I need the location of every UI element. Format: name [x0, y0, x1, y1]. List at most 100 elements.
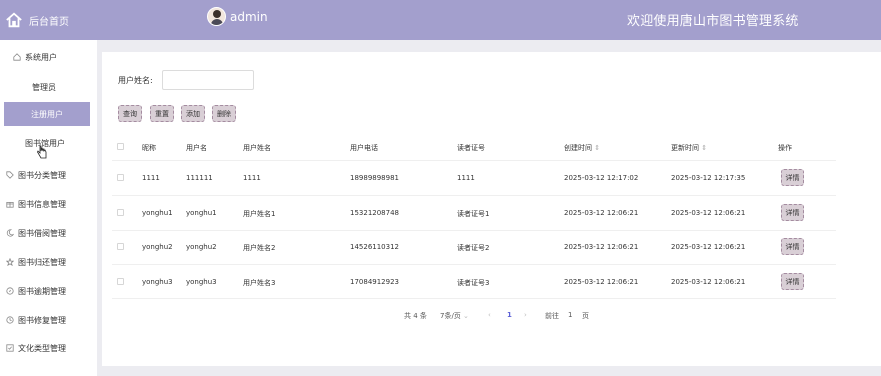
detail-button[interactable]: 详情	[781, 273, 804, 290]
reset-button[interactable]: 重置	[150, 105, 174, 122]
row-divider	[112, 264, 836, 265]
delete-button[interactable]: 删除	[212, 105, 236, 122]
cell-card: 1111	[457, 174, 475, 182]
row-checkbox[interactable]	[117, 278, 124, 285]
sidebar-item-book-return[interactable]: 图书归还管理	[0, 252, 91, 272]
col-header-phone: 用户电话	[350, 144, 378, 152]
cell-updated: 2025-03-12 12:06:21	[671, 278, 746, 286]
sort-icon: ⇕	[594, 144, 601, 152]
sidebar-item-label: 图书归还管理	[18, 257, 66, 267]
col-header-actions: 操作	[778, 144, 792, 152]
sidebar-item-label: 图书借阅管理	[18, 228, 66, 238]
sidebar-item-label: 文化类型管理	[18, 343, 66, 353]
cell-created: 2025-03-12 12:06:21	[564, 278, 639, 286]
checkbox-icon	[5, 343, 15, 353]
cell-nickname: yonghu2	[142, 243, 173, 251]
cell-updated: 2025-03-12 12:06:21	[671, 243, 746, 251]
cell-name: 用户姓名2	[243, 244, 276, 252]
sidebar-item-book-repair[interactable]: 图书修复管理	[0, 310, 91, 330]
sidebar-item-admin[interactable]: 管理员	[0, 77, 98, 97]
prev-page-button[interactable]: ‹	[488, 311, 491, 319]
user-menu[interactable]: admin	[207, 7, 268, 26]
sidebar-item-label: 管理员	[32, 82, 56, 92]
col-header-updated[interactable]: 更新时间 ⇕	[671, 143, 707, 153]
hand-cursor-icon	[37, 145, 47, 159]
sidebar-item-library-users[interactable]: 图书馆用户	[0, 133, 98, 153]
goto-page-input[interactable]: 1	[568, 311, 572, 319]
row-divider	[112, 298, 836, 299]
site-title: 欢迎使用唐山市图书管理系统	[627, 14, 799, 29]
home-outline-icon	[12, 52, 22, 62]
pagination-total: 共 4 条	[404, 312, 427, 320]
goto-label: 前往	[545, 312, 559, 320]
cell-name: 用户姓名3	[243, 279, 276, 287]
row-checkbox[interactable]	[117, 209, 124, 216]
cell-phone: 15321208748	[350, 209, 399, 217]
next-page-button[interactable]: ›	[524, 311, 527, 319]
gift-icon	[5, 199, 15, 209]
cell-nickname: 1111	[142, 174, 160, 182]
sidebar-item-book-overdue[interactable]: 图书逾期管理	[0, 281, 91, 301]
row-checkbox[interactable]	[117, 243, 124, 250]
page-size-value: 7条/页	[440, 312, 461, 320]
row-divider	[112, 230, 836, 231]
add-button[interactable]: 添加	[181, 105, 205, 122]
page-unit-label: 页	[582, 312, 589, 320]
cell-created: 2025-03-12 12:06:21	[564, 243, 639, 251]
cell-nickname: yonghu1	[142, 209, 173, 217]
sidebar-item-label: 系统用户	[25, 52, 57, 62]
home-icon	[6, 12, 22, 28]
detail-button[interactable]: 详情	[781, 169, 804, 186]
username: admin	[230, 9, 268, 24]
compass-icon	[5, 286, 15, 296]
main-panel	[102, 52, 881, 366]
cell-created: 2025-03-12 12:17:02	[564, 174, 639, 182]
col-header-username: 用户名	[186, 144, 207, 152]
sidebar-item-book-info[interactable]: 图书信息管理	[0, 194, 91, 214]
star-icon	[5, 257, 15, 267]
sidebar-item-book-borrow[interactable]: 图书借阅管理	[0, 223, 91, 243]
sidebar-item-system-users[interactable]: 系统用户	[0, 47, 98, 67]
sidebar-item-culture-type[interactable]: 文化类型管理	[0, 338, 91, 358]
home-link[interactable]: 后台首页	[0, 0, 98, 40]
col-header-nickname: 昵称	[142, 144, 156, 152]
detail-button[interactable]: 详情	[781, 204, 804, 221]
cell-updated: 2025-03-12 12:06:21	[671, 209, 746, 217]
cell-nickname: yonghu3	[142, 278, 173, 286]
page-number-1[interactable]: 1	[507, 311, 512, 319]
sidebar-item-label: 注册用户	[31, 109, 63, 119]
col-header-created[interactable]: 创建时间 ⇕	[564, 143, 600, 153]
cell-phone: 18989898981	[350, 174, 399, 182]
detail-button[interactable]: 详情	[781, 238, 804, 255]
cell-username: yonghu3	[186, 278, 217, 286]
cell-phone: 17084912923	[350, 278, 399, 286]
sidebar-item-book-category[interactable]: 图书分类管理	[0, 165, 91, 185]
cell-card: 读者证号3	[457, 279, 490, 287]
brand-label: 后台首页	[29, 16, 69, 28]
col-header-updated-label: 更新时间	[671, 144, 699, 152]
cell-created: 2025-03-12 12:06:21	[564, 209, 639, 217]
select-all-checkbox[interactable]	[117, 143, 124, 150]
sort-icon: ⇕	[701, 144, 708, 152]
col-header-card: 读者证号	[457, 144, 485, 152]
chevron-down-icon: ⌄	[463, 312, 469, 320]
username-search-input[interactable]	[162, 70, 254, 90]
tag-icon	[5, 170, 15, 180]
sidebar-item-label: 图书逾期管理	[18, 286, 66, 296]
sidebar-item-registered-users[interactable]: 注册用户	[4, 102, 90, 126]
row-divider	[112, 195, 836, 196]
col-header-created-label: 创建时间	[564, 144, 592, 152]
cell-card: 读者证号2	[457, 244, 490, 252]
cell-username: yonghu1	[186, 209, 217, 217]
row-divider	[112, 160, 836, 161]
search-label: 用户姓名:	[118, 76, 153, 85]
cell-phone: 14526110312	[350, 243, 399, 251]
avatar	[207, 7, 226, 26]
cell-name: 用户姓名1	[243, 210, 276, 218]
query-button[interactable]: 查询	[118, 105, 142, 122]
page-size-select[interactable]: 7条/页 ⌄	[440, 311, 469, 321]
cell-updated: 2025-03-12 12:17:35	[671, 174, 746, 182]
sidebar-item-label: 图书修复管理	[18, 315, 66, 325]
clock-icon	[5, 315, 15, 325]
row-checkbox[interactable]	[117, 174, 124, 181]
